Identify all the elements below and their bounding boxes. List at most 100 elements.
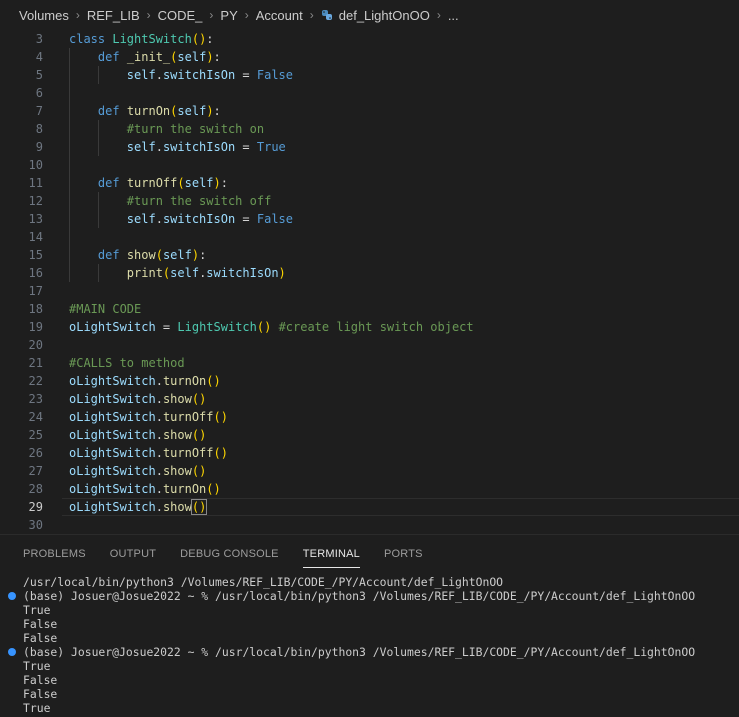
code-line[interactable]: 4 def _init_(self):: [0, 48, 739, 66]
indent-guide: [69, 84, 70, 102]
code-line[interactable]: 26 oLightSwitch.turnOff(): [0, 444, 739, 462]
code-token: oLightSwitch: [69, 428, 156, 442]
code-line[interactable]: 17: [0, 282, 739, 300]
code-token: =: [235, 140, 257, 154]
code-line[interactable]: 16 print(self.switchIsOn): [0, 264, 739, 282]
code-token: (): [191, 428, 207, 442]
chevron-right-icon: ›: [146, 8, 151, 22]
tab-ports[interactable]: PORTS: [384, 540, 423, 568]
code-line[interactable]: 19 oLightSwitch = LightSwitch() #create l…: [0, 318, 739, 336]
code-editor[interactable]: 3 class LightSwitch(): 4 def _init_(self):…: [0, 30, 739, 534]
code-token: ): [278, 266, 286, 280]
code-line[interactable]: 28 oLightSwitch.turnOn(): [0, 480, 739, 498]
code-token: switchIsOn: [206, 266, 279, 280]
code-token: (): [191, 464, 207, 478]
breadcrumb-item[interactable]: def_LightOnOO: [339, 8, 430, 23]
code-token: def: [97, 50, 127, 64]
code-line[interactable]: 8 #turn the switch on: [0, 120, 739, 138]
code-token: (: [177, 176, 185, 190]
terminal-text: (base) Josuer@Josue2022 ~ % /usr/local/b…: [23, 645, 696, 659]
terminal-output[interactable]: /usr/local/bin/python3 /Volumes/REF_LIB/…: [0, 575, 739, 717]
code-text: def turnOff(self):: [69, 174, 228, 192]
code-line[interactable]: 12 #turn the switch off: [0, 192, 739, 210]
code-token: True: [256, 140, 286, 154]
code-token: oLightSwitch: [69, 482, 156, 496]
code-token: .: [155, 464, 163, 478]
code-line[interactable]: 29 oLightSwitch.show(): [0, 498, 739, 516]
terminal-output-line: False: [0, 673, 739, 687]
breadcrumb-item[interactable]: REF_LIB: [87, 8, 140, 23]
terminal-text: False: [23, 617, 58, 631]
code-line[interactable]: 5 self.switchIsOn = False: [0, 66, 739, 84]
code-token: self: [126, 212, 156, 226]
code-line[interactable]: 21 #CALLS to method: [0, 354, 739, 372]
code-line[interactable]: 6: [0, 84, 739, 102]
code-line[interactable]: 25 oLightSwitch.show(): [0, 426, 739, 444]
code-token: =: [235, 68, 257, 82]
breadcrumb-item[interactable]: PY: [220, 8, 237, 23]
code-line[interactable]: 24 oLightSwitch.turnOff(): [0, 408, 739, 426]
line-number: 28: [28, 482, 43, 496]
code-token: oLightSwitch: [69, 374, 156, 388]
code-line[interactable]: 9 self.switchIsOn = True: [0, 138, 739, 156]
code-token: self: [184, 176, 214, 190]
code-line[interactable]: 3 class LightSwitch():: [0, 30, 739, 48]
code-line[interactable]: 27 oLightSwitch.show(): [0, 462, 739, 480]
code-token: (): [213, 410, 228, 424]
code-text: oLightSwitch.show(): [69, 426, 206, 444]
tab-terminal[interactable]: TERMINAL: [302, 540, 361, 568]
line-number: 18: [28, 302, 43, 316]
code-line[interactable]: 23 oLightSwitch.show(): [0, 390, 739, 408]
breadcrumb-item[interactable]: CODE_: [158, 8, 203, 23]
code-line[interactable]: 13 self.switchIsOn = False: [0, 210, 739, 228]
code-line[interactable]: 10: [0, 156, 739, 174]
code-token: .: [155, 428, 163, 442]
chevron-right-icon: ›: [436, 8, 441, 22]
terminal-command-line: (base) Josuer@Josue2022 ~ % /usr/local/b…: [0, 589, 739, 603]
tab-output[interactable]: OUTPUT: [110, 540, 156, 568]
code-line[interactable]: 7 def turnOn(self):: [0, 102, 739, 120]
code-token: .: [155, 446, 163, 460]
code-token: oLightSwitch: [69, 464, 156, 478]
code-token: show: [162, 500, 192, 514]
code-token: turnOff: [162, 446, 214, 460]
code-token: turnOff: [162, 410, 214, 424]
code-token: False: [256, 68, 293, 82]
code-token: False: [256, 212, 293, 226]
code-text: oLightSwitch.turnOn(): [69, 480, 221, 498]
code-token: oLightSwitch: [69, 410, 156, 424]
code-token: (): [213, 446, 228, 460]
code-token: .: [155, 68, 163, 82]
code-line[interactable]: 15 def show(self):: [0, 246, 739, 264]
command-decoration-icon[interactable]: [8, 592, 16, 600]
line-number: 19: [28, 320, 43, 334]
code-line[interactable]: 14: [0, 228, 739, 246]
breadcrumb-item[interactable]: Account: [256, 8, 303, 23]
code-line[interactable]: 18 #MAIN CODE: [0, 300, 739, 318]
code-token: #turn the switch on: [126, 122, 265, 136]
code-line[interactable]: 30: [0, 516, 739, 534]
terminal-text: True: [23, 603, 51, 617]
code-token: oLightSwitch: [69, 500, 156, 514]
command-decoration-icon[interactable]: [8, 648, 16, 656]
chevron-right-icon: ›: [244, 8, 249, 22]
code-token: #MAIN CODE: [69, 302, 142, 316]
tab-debug-console[interactable]: DEBUG CONSOLE: [180, 540, 279, 568]
breadcrumb-item[interactable]: ...: [448, 8, 459, 23]
code-token: show: [162, 464, 192, 478]
code-line[interactable]: 22 oLightSwitch.turnOn(): [0, 372, 739, 390]
code-line[interactable]: 11 def turnOff(self):: [0, 174, 739, 192]
tab-problems[interactable]: PROBLEMS: [23, 540, 86, 568]
code-token: def: [97, 248, 127, 262]
code-line[interactable]: 20: [0, 336, 739, 354]
line-number: 11: [28, 176, 43, 190]
code-token: (): [191, 392, 207, 406]
breadcrumb-item[interactable]: Volumes: [19, 8, 69, 23]
terminal-text: False: [23, 673, 58, 687]
code-token: :: [213, 50, 221, 64]
